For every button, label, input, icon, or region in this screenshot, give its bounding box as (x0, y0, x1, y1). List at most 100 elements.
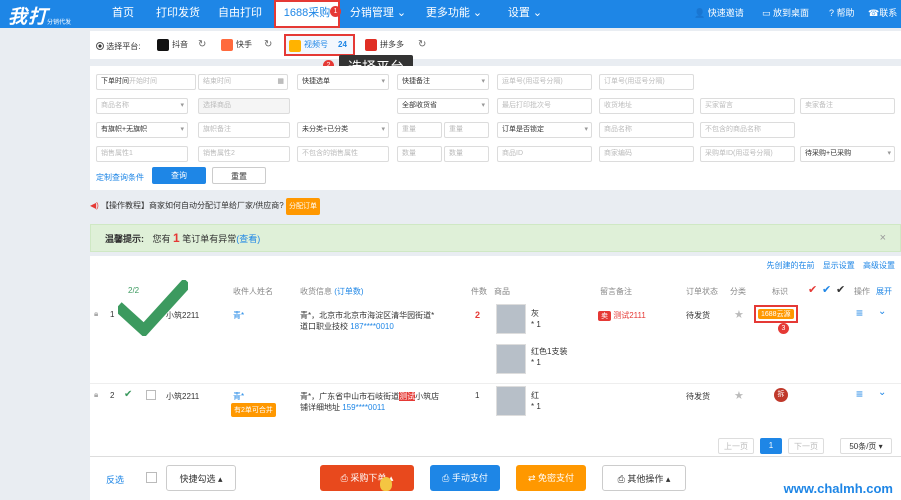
row2-name[interactable]: 青* (233, 391, 244, 402)
qty-min-input[interactable]: 数量 (397, 146, 442, 162)
category-dropdown[interactable]: 未分类+已分类 ▾ (297, 122, 389, 138)
close-icon[interactable]: × (880, 225, 886, 251)
invert-select-link[interactable]: 反选 (106, 473, 124, 486)
platform-kuaishou[interactable]: 快手 ↻ (218, 36, 276, 54)
exclude-attr-input[interactable]: 不包含的销售属性 (297, 146, 389, 162)
free-pay-button[interactable]: ⇄ 免密支付 (516, 465, 586, 491)
province-dropdown[interactable]: 全部收货省 ▾ (397, 98, 489, 114)
radio-icon[interactable] (96, 42, 104, 50)
print-batch-input[interactable]: 最后打印批次号 (497, 98, 592, 114)
custom-query-link[interactable]: 定制查询条件 (96, 172, 144, 183)
buyer-msg-input[interactable]: 买家留言 (700, 98, 795, 114)
select-product[interactable]: 选择商品 (198, 98, 290, 114)
page-size-dropdown[interactable]: 50条/页 ▾ (840, 438, 892, 454)
nav-settings[interactable]: 设置 ⌄ (500, 0, 550, 28)
nav-more[interactable]: 更多功能 ⌄ (420, 0, 488, 28)
product-name-select[interactable]: 商品名称 ▾ (96, 98, 188, 114)
purchase-id-input[interactable]: 采购单ID(用逗号分隔) (700, 146, 795, 162)
refresh-icon[interactable]: ↻ (418, 36, 426, 54)
menu-icon[interactable]: ≡ (856, 306, 863, 320)
advanced-settings-link[interactable]: 高级设置 (863, 261, 895, 270)
lock-icon[interactable]: 🔒︎ (94, 309, 98, 319)
star-icon[interactable]: ★ (734, 389, 744, 402)
order-time-select[interactable]: 下单时间 开始时间 (96, 74, 196, 90)
assign-order-tag[interactable]: 分配订单 (285, 198, 320, 215)
row2-product-image[interactable] (496, 386, 526, 416)
qty-max-input[interactable]: 数量 (444, 146, 489, 162)
row1-qty: 2 (475, 310, 481, 320)
platform-pinduoduo-label: 拼多多 (380, 40, 404, 49)
quick-select-button[interactable]: 快捷勾选 ▴ (166, 465, 236, 491)
manual-pay-button[interactable]: ⎙ 手动支付 (430, 465, 500, 491)
kuaishou-icon (221, 39, 233, 51)
row1-prod1-qty: * 1 (531, 320, 541, 329)
weight-min-input[interactable]: 重量 (397, 122, 442, 138)
end-time-input[interactable]: 结束时间 ▦ (198, 74, 288, 90)
warm-view-link[interactable]: (查看) (236, 234, 260, 244)
platform-shipinhao[interactable]: 视频号 24 (284, 34, 355, 56)
merge-tag[interactable]: 有2单可合并 (231, 403, 276, 417)
lock-icon[interactable]: 🔒︎ (94, 390, 98, 400)
next-page-button[interactable]: 下一页 (788, 438, 824, 454)
purchase-order-button[interactable]: ⎙ 采购下单 ▴ (320, 465, 414, 491)
reset-button[interactable]: 重置 (212, 167, 266, 184)
refresh-icon[interactable]: ↻ (264, 36, 272, 54)
row1-mark-tag[interactable]: 1688云源 (758, 309, 794, 319)
big-check-icon (118, 280, 188, 336)
display-settings-link[interactable]: 显示设置 (823, 261, 855, 270)
nav-distribution[interactable]: 分销管理 ⌄ (344, 0, 412, 28)
tutorial-text[interactable]: 【操作教程】商家如何自动分配订单给厂家/供应商? (101, 201, 284, 210)
row2-addr2: 铺详细地址 (300, 403, 340, 412)
chevron-down-icon: ▾ (584, 126, 588, 133)
lock-dropdown[interactable]: 订单是否锁定 ▾ (497, 122, 592, 138)
purchase-status-dropdown[interactable]: 待采购+已采购 ▾ (800, 146, 895, 162)
expand-icon[interactable]: ⌄ (878, 306, 886, 317)
quick-invite[interactable]: 👤 快速邀请 (694, 0, 744, 28)
star-icon[interactable]: ★ (734, 308, 744, 321)
query-button[interactable]: 查询 (152, 167, 206, 184)
flag-remark-input[interactable]: 旗帜备注 (198, 122, 290, 138)
nav-free-print[interactable]: 自由打印 (210, 0, 270, 28)
nav-home[interactable]: 首页 (100, 0, 146, 28)
merchant-code-input[interactable]: 商家编码 (599, 146, 694, 162)
address-input[interactable]: 收货地址 (599, 98, 694, 114)
purchase-status-label: 待采购+已采购 (805, 150, 852, 157)
other-ops-button[interactable]: ⎙ 其他操作 ▴ (602, 465, 686, 491)
help-link[interactable]: ? 帮助 (829, 0, 855, 28)
shipinhao-icon (289, 40, 301, 52)
row1-name[interactable]: 青* (233, 310, 244, 321)
row1-phone: 187****0010 (350, 322, 394, 331)
contact-link[interactable]: ☎联系 (868, 0, 897, 28)
order-no-input[interactable]: 订单号(用逗号分隔) (599, 74, 694, 90)
row2-checkbox[interactable] (146, 390, 156, 400)
page-1-button[interactable]: 1 (760, 438, 782, 454)
product-id-input[interactable]: 商品ID (497, 146, 592, 162)
row1-product-image[interactable] (496, 304, 526, 334)
chevron-down-icon: ▾ (381, 126, 385, 133)
quick-select-dropdown[interactable]: 快捷选单 ▾ (297, 74, 389, 90)
sale-attr2-input[interactable]: 销售属性2 (198, 146, 290, 162)
quick-remark-dropdown[interactable]: 快捷备注 ▾ (397, 74, 489, 90)
th-expand[interactable]: 展开 (876, 286, 892, 297)
sort-first-link[interactable]: 先创建的在前 (767, 261, 815, 270)
menu-icon[interactable]: ≡ (856, 387, 863, 401)
weight-max-input[interactable]: 重量 (444, 122, 489, 138)
row1-prod2: 红色1支装 (531, 347, 568, 356)
refresh-icon[interactable]: ↻ (198, 36, 206, 54)
expand-icon[interactable]: ⌄ (878, 387, 886, 398)
flag-dropdown[interactable]: 有旗帜+无旗帜 ▾ (96, 122, 188, 138)
th-order-count: (订单数) (334, 287, 364, 296)
row2-split-mark[interactable]: 拆 (774, 388, 788, 402)
desktop-shortcut[interactable]: ▭ 放到桌面 (762, 0, 809, 28)
prev-page-button[interactable]: 上一页 (718, 438, 754, 454)
platform-pinduoduo[interactable]: 拼多多 ↻ (362, 36, 426, 54)
select-all-checkbox[interactable] (146, 472, 157, 483)
platform-douyin[interactable]: 抖音 ↻ (154, 36, 212, 54)
sale-attr1-input[interactable]: 销售属性1 (96, 146, 188, 162)
row1-product2-image[interactable] (496, 344, 526, 374)
goods-name-input[interactable]: 商品名称 (599, 122, 694, 138)
nav-print-ship[interactable]: 打印发货 (148, 0, 208, 28)
exclude-goods-input[interactable]: 不包含的商品名称 (700, 122, 795, 138)
waybill-input[interactable]: 运单号(用逗号分隔) (497, 74, 592, 90)
seller-remark-input[interactable]: 卖家备注 (800, 98, 895, 114)
